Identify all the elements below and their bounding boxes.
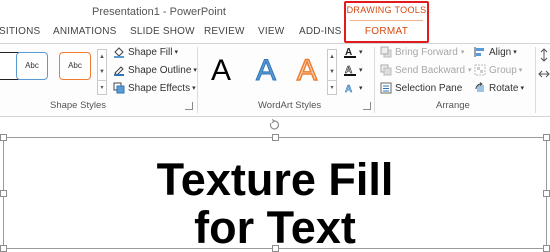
- bring-forward-icon: [380, 46, 392, 58]
- wordart-gallery-scroll[interactable]: ▲ ▼ ▾: [327, 49, 337, 95]
- shape-style-swatch-orange[interactable]: Abc: [59, 52, 91, 80]
- selected-text-box[interactable]: Texture Fill for Text: [0, 134, 550, 252]
- group-divider: [535, 47, 536, 113]
- title-bar: Presentation1 - PowerPoint: [0, 0, 550, 21]
- more-icon[interactable]: ▾: [328, 80, 336, 95]
- arrange-group-label: Arrange: [436, 100, 470, 111]
- shape-width-icon[interactable]: [538, 70, 550, 78]
- rotate-label: Rotate: [489, 82, 519, 94]
- dropdown-arrow-icon: ▾: [520, 85, 524, 92]
- drawing-tools-group-label: DRAWING TOOLS: [346, 5, 427, 15]
- scroll-up-icon[interactable]: ▲: [98, 50, 106, 65]
- group-divider: [197, 47, 198, 113]
- shape-styles-group-label: Shape Styles: [50, 100, 106, 111]
- ribbon: Abc Abc ▲ ▼ ▾ Shape Fill ▾ Shape Outline…: [0, 43, 550, 117]
- resize-handle[interactable]: [272, 134, 279, 141]
- dropdown-arrow-icon: ▾: [513, 49, 517, 56]
- wordart-styles-group-label: WordArt Styles: [258, 100, 322, 111]
- drawing-tools-format-highlight: DRAWING TOOLS FORMAT: [344, 1, 429, 43]
- wordart-styles-launcher-icon[interactable]: [363, 102, 371, 110]
- tab-add-ins[interactable]: ADD-INS: [299, 26, 342, 37]
- paint-bucket-icon: [113, 46, 125, 58]
- dropdown-arrow-icon: ▾: [359, 49, 363, 56]
- shape-effects-label: Shape Effects: [128, 82, 191, 94]
- tab-review[interactable]: REVIEW: [204, 26, 245, 37]
- shape-styles-launcher-icon[interactable]: [185, 102, 193, 110]
- selection-pane-icon: [380, 82, 392, 94]
- text-fill-icon: A: [344, 46, 356, 58]
- group-divider: [374, 47, 375, 113]
- group-label: Group: [489, 64, 517, 76]
- text-outline-button[interactable]: A ▾: [344, 64, 363, 76]
- wordart-sample-orange[interactable]: A: [296, 53, 318, 88]
- contextual-divider: [350, 20, 423, 21]
- align-label: Align: [489, 46, 512, 58]
- window-title: Presentation1 - PowerPoint: [92, 6, 226, 18]
- text-fill-button[interactable]: A ▾: [344, 46, 363, 58]
- shape-outline-button[interactable]: Shape Outline ▾: [113, 64, 197, 76]
- shape-fill-button[interactable]: Shape Fill ▾: [113, 46, 178, 58]
- shape-style-swatch-blue[interactable]: Abc: [16, 52, 48, 80]
- text-outline-icon: A: [344, 64, 356, 76]
- tab-view[interactable]: VIEW: [258, 26, 284, 37]
- group-button[interactable]: Group ▾: [474, 64, 522, 76]
- more-icon[interactable]: ▾: [98, 80, 106, 95]
- shape-styles-gallery-scroll[interactable]: ▲ ▼ ▾: [97, 49, 107, 95]
- align-icon: [474, 46, 486, 58]
- tab-slide-show[interactable]: SLIDE SHOW: [130, 26, 195, 37]
- selection-pane-button[interactable]: Selection Pane: [380, 82, 462, 94]
- dropdown-arrow-icon: ▾: [359, 85, 363, 92]
- slide-text-line-2: for Text: [194, 202, 356, 252]
- dropdown-arrow-icon: ▾: [359, 67, 363, 74]
- svg-text:A: A: [345, 84, 352, 94]
- bring-forward-button[interactable]: Bring Forward ▾: [380, 46, 464, 58]
- rotate-icon: [474, 82, 486, 94]
- slide-text[interactable]: Texture Fill for Text: [4, 156, 546, 252]
- shape-effects-icon: [113, 82, 125, 94]
- scroll-down-icon[interactable]: ▼: [98, 65, 106, 80]
- shape-height-icon[interactable]: [540, 48, 548, 62]
- shape-fill-label: Shape Fill: [128, 46, 173, 58]
- dropdown-arrow-icon: ▾: [460, 49, 465, 56]
- text-effects-button[interactable]: A ▾: [344, 82, 363, 96]
- send-backward-label: Send Backward: [395, 64, 466, 76]
- dropdown-arrow-icon: ▾: [468, 67, 472, 74]
- pencil-icon: [113, 64, 125, 76]
- ribbon-tab-row: SITIONS ANIMATIONS SLIDE SHOW REVIEW VIE…: [0, 21, 550, 43]
- dropdown-arrow-icon: ▾: [174, 49, 178, 56]
- align-button[interactable]: Align ▾: [474, 46, 517, 58]
- selection-pane-label: Selection Pane: [395, 82, 463, 94]
- text-effects-icon: A: [344, 82, 356, 96]
- tab-format[interactable]: FORMAT: [346, 26, 427, 37]
- send-backward-icon: [380, 64, 392, 76]
- scroll-down-icon[interactable]: ▼: [328, 65, 336, 80]
- wordart-sample-blue[interactable]: A: [255, 54, 276, 88]
- tab-transitions[interactable]: SITIONS: [0, 26, 40, 37]
- rotate-handle-icon[interactable]: [268, 118, 280, 130]
- send-backward-button[interactable]: Send Backward ▾: [380, 64, 472, 76]
- dropdown-arrow-icon: ▾: [518, 67, 523, 74]
- tab-animations[interactable]: ANIMATIONS: [53, 26, 116, 37]
- shape-outline-label: Shape Outline: [128, 64, 192, 76]
- dropdown-arrow-icon: ▾: [192, 85, 196, 92]
- slide-canvas[interactable]: Texture Fill for Text: [0, 118, 550, 252]
- rotate-button[interactable]: Rotate ▾: [474, 82, 524, 94]
- bring-forward-label: Bring Forward: [395, 46, 458, 58]
- scroll-up-icon[interactable]: ▲: [328, 50, 336, 65]
- group-icon: [474, 64, 486, 76]
- wordart-sample-black[interactable]: A: [211, 54, 231, 88]
- shape-effects-button[interactable]: Shape Effects ▾: [113, 82, 196, 94]
- slide-text-line-1: Texture Fill: [156, 154, 394, 205]
- resize-handle[interactable]: [543, 134, 550, 141]
- resize-handle[interactable]: [0, 134, 7, 141]
